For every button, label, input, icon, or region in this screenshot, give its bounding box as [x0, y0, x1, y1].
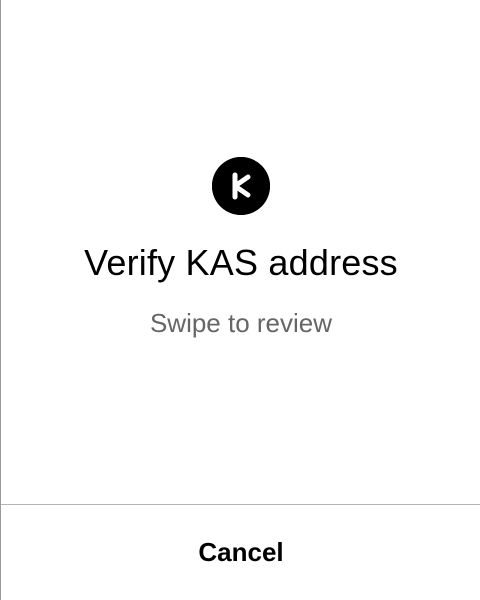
page-subtitle: Swipe to review — [149, 308, 333, 338]
cancel-button[interactable]: Cancel — [1, 505, 480, 600]
footer-actions: Cancel — [1, 505, 480, 600]
verify-address-content: Verify KAS address Swipe to review — [1, 0, 480, 504]
verify-address-screen: Verify KAS address Swipe to review Cance… — [0, 0, 480, 600]
page-title: Verify KAS address — [84, 242, 398, 283]
kaspa-logo-icon — [212, 157, 270, 215]
